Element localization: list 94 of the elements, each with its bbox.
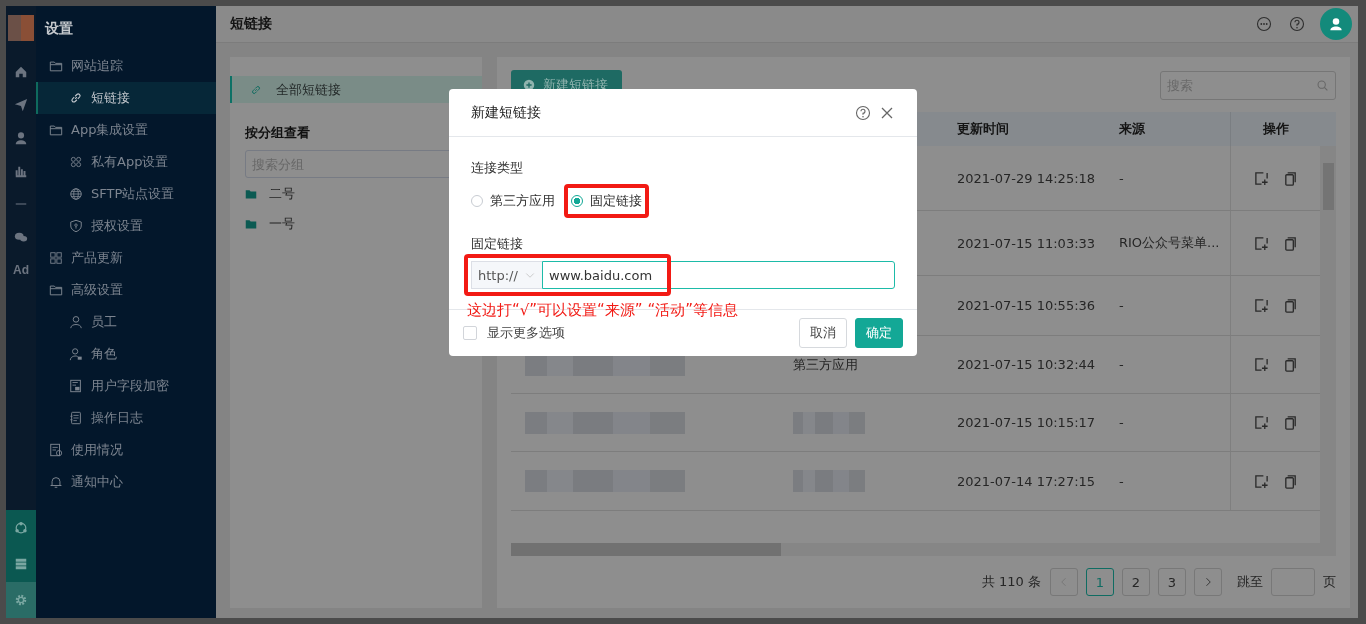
log-icon bbox=[69, 411, 83, 425]
table-cell-text: 2021-07-15 10:55:36 bbox=[956, 297, 1097, 315]
table-cell-text: - bbox=[1118, 297, 1125, 315]
server-icon bbox=[14, 557, 28, 571]
apps-icon bbox=[69, 155, 83, 169]
checkbox-label: 显示更多选项 bbox=[487, 324, 565, 342]
url-input-field[interactable]: www.baidu.com bbox=[542, 261, 895, 289]
table-cell-text: - bbox=[1118, 414, 1125, 432]
ad-button[interactable]: Ad bbox=[13, 262, 29, 277]
table-cell-text: - bbox=[1118, 356, 1125, 374]
person-icon bbox=[69, 315, 83, 329]
page-button[interactable]: 2 bbox=[1122, 568, 1150, 596]
shield-icon bbox=[69, 219, 83, 233]
sidebar-item[interactable]: 用户字段加密 bbox=[36, 370, 216, 402]
table-cell-text: RIO公众号菜单... bbox=[1118, 234, 1221, 252]
column-header: 来源 bbox=[1118, 120, 1146, 138]
confirm-button[interactable]: 确定 bbox=[855, 318, 903, 348]
hub-icon bbox=[14, 521, 28, 535]
globe-icon bbox=[69, 187, 83, 201]
sidebar-item[interactable]: App集成设置 bbox=[36, 114, 216, 146]
scrollbar[interactable] bbox=[511, 543, 1336, 556]
copy-icon[interactable] bbox=[1282, 235, 1298, 251]
dialog-title: 新建短链接 bbox=[471, 103, 541, 122]
edit-icon[interactable] bbox=[1253, 235, 1269, 251]
grid-icon bbox=[49, 251, 63, 265]
field-label: 固定链接 bbox=[471, 235, 524, 253]
avatar[interactable] bbox=[1320, 8, 1352, 40]
sidebar-item[interactable]: 短链接 bbox=[36, 82, 216, 114]
table-cell-text: 2021-07-14 17:27:15 bbox=[956, 472, 1097, 491]
page-button[interactable]: 3 bbox=[1158, 568, 1186, 596]
edit-icon[interactable] bbox=[1253, 357, 1269, 372]
table-cell-text: - bbox=[1118, 472, 1125, 491]
sidebar-title: 设置 bbox=[43, 19, 74, 38]
copy-icon[interactable] bbox=[1282, 473, 1298, 489]
link-icon bbox=[250, 83, 262, 96]
radio-button[interactable] bbox=[571, 195, 583, 207]
plus-icon bbox=[523, 78, 535, 91]
sidebar-item[interactable]: 授权设置 bbox=[36, 210, 216, 242]
folder-icon bbox=[49, 283, 63, 297]
user-icon[interactable] bbox=[14, 130, 28, 145]
sidebar-item[interactable]: 网站追踪 bbox=[36, 50, 216, 82]
report-icon bbox=[49, 443, 63, 457]
message-icon[interactable] bbox=[1256, 16, 1272, 32]
column-header: 操作 bbox=[1230, 112, 1320, 146]
annotation-note: 这边打“√”可以设置“来源” “活动”等信息 bbox=[467, 301, 738, 320]
link-icon bbox=[69, 91, 83, 105]
group-heading: 按分组查看 bbox=[245, 124, 311, 142]
table-cell-text: - bbox=[1118, 169, 1125, 188]
table-cell-text: 2021-07-15 10:15:17 bbox=[956, 414, 1097, 432]
checkbox[interactable] bbox=[463, 326, 477, 340]
edit-icon[interactable] bbox=[1253, 415, 1269, 430]
edit-icon[interactable] bbox=[1253, 473, 1269, 489]
help-icon[interactable] bbox=[1289, 16, 1305, 32]
protocol-select[interactable]: http:// bbox=[471, 261, 542, 289]
all-links-item[interactable]: 全部短链接 bbox=[230, 76, 482, 103]
sidebar-item[interactable]: 操作日志 bbox=[36, 402, 216, 434]
send-icon[interactable] bbox=[14, 97, 28, 112]
bell-icon bbox=[49, 475, 63, 489]
document-lock-icon bbox=[69, 379, 83, 393]
page-title: 短链接 bbox=[230, 15, 272, 33]
sidebar-item[interactable]: 角色 bbox=[36, 338, 216, 370]
copy-icon[interactable] bbox=[1282, 415, 1298, 430]
edit-icon[interactable] bbox=[1253, 170, 1269, 186]
page-label: 页 bbox=[1323, 573, 1336, 591]
sidebar-item[interactable]: 产品更新 bbox=[36, 242, 216, 274]
folder-icon bbox=[49, 123, 63, 137]
table-cell-text: 2021-07-29 14:25:18 bbox=[956, 169, 1097, 188]
table-cell-text: 2021-07-15 11:03:33 bbox=[956, 234, 1097, 253]
person-lock-icon bbox=[69, 347, 83, 361]
sidebar-item[interactable]: 高级设置 bbox=[36, 274, 216, 306]
copy-icon[interactable] bbox=[1282, 357, 1298, 372]
settings-icon bbox=[14, 593, 28, 607]
copy-icon[interactable] bbox=[1282, 170, 1298, 186]
folder-icon bbox=[245, 187, 257, 200]
help-icon[interactable] bbox=[855, 104, 871, 121]
search-icon bbox=[1316, 78, 1329, 92]
sidebar-item[interactable]: 通知中心 bbox=[36, 466, 216, 498]
radio-option[interactable]: 固定链接 bbox=[564, 184, 649, 218]
copy-icon[interactable] bbox=[1282, 298, 1298, 313]
sidebar-item[interactable]: 私有App设置 bbox=[36, 146, 216, 178]
jump-label: 跳至 bbox=[1237, 573, 1263, 591]
cancel-button[interactable]: 取消 bbox=[799, 318, 847, 348]
sidebar-item[interactable]: SFTP站点设置 bbox=[36, 178, 216, 210]
column-header: 更新时间 bbox=[956, 120, 1010, 138]
edit-icon[interactable] bbox=[1253, 298, 1269, 313]
scrollbar[interactable] bbox=[1320, 146, 1336, 543]
folder-icon bbox=[49, 59, 63, 73]
home-icon[interactable] bbox=[14, 64, 28, 79]
table-cell-text: 2021-07-15 10:32:44 bbox=[956, 356, 1097, 374]
folder-icon bbox=[245, 217, 257, 230]
table-cell: 第三方应用 bbox=[793, 355, 858, 374]
total-count: 共 110 条 bbox=[981, 573, 1041, 591]
sidebar-item[interactable]: 员工 bbox=[36, 306, 216, 338]
sidebar-item[interactable]: 使用情况 bbox=[36, 434, 216, 466]
